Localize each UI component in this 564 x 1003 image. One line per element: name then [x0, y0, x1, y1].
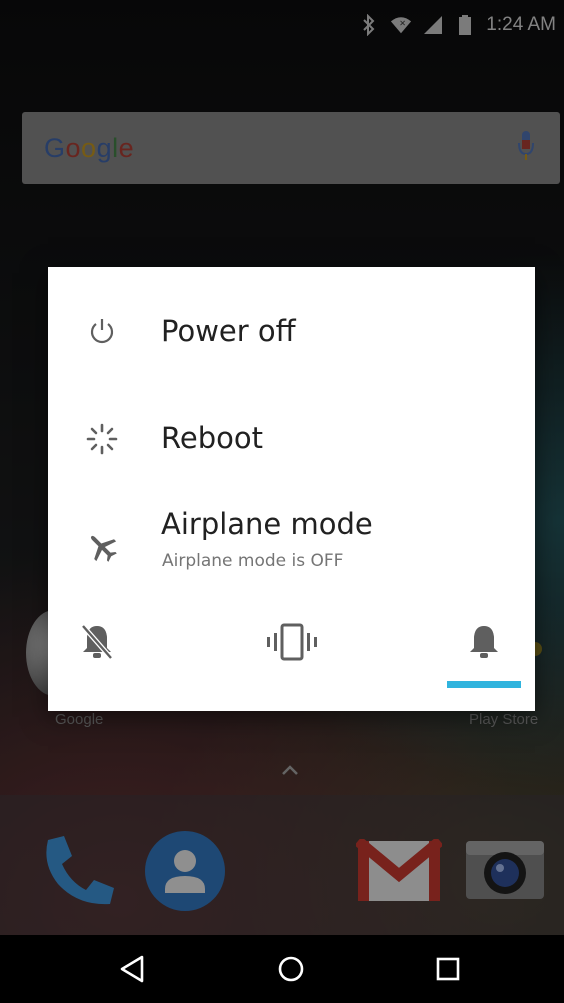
back-icon[interactable]	[108, 945, 156, 993]
power-off-label: Power off	[161, 314, 296, 348]
airplane-mode-label: Airplane mode	[161, 507, 373, 541]
power-options-dialog: Power off Reboot Airplane mode Airplane …	[48, 267, 535, 711]
bell-icon[interactable]	[439, 612, 529, 672]
airplane-icon	[80, 525, 124, 569]
reboot-option[interactable]: Reboot	[48, 387, 535, 491]
power-icon	[80, 309, 124, 353]
home-icon[interactable]	[267, 945, 315, 993]
silent-bell-icon[interactable]	[52, 612, 142, 672]
power-off-option[interactable]: Power off	[48, 279, 535, 383]
vibrate-icon[interactable]	[247, 612, 337, 672]
airplane-mode-option[interactable]: Airplane mode Airplane mode is OFF	[48, 493, 535, 597]
navigation-bar	[0, 935, 564, 1003]
ringer-mode-selector	[48, 612, 535, 692]
airplane-mode-status: Airplane mode is OFF	[162, 551, 344, 571]
reboot-label: Reboot	[161, 421, 263, 455]
selected-ringer-indicator	[447, 681, 521, 688]
recents-icon[interactable]	[424, 945, 472, 993]
reboot-icon	[80, 417, 124, 461]
